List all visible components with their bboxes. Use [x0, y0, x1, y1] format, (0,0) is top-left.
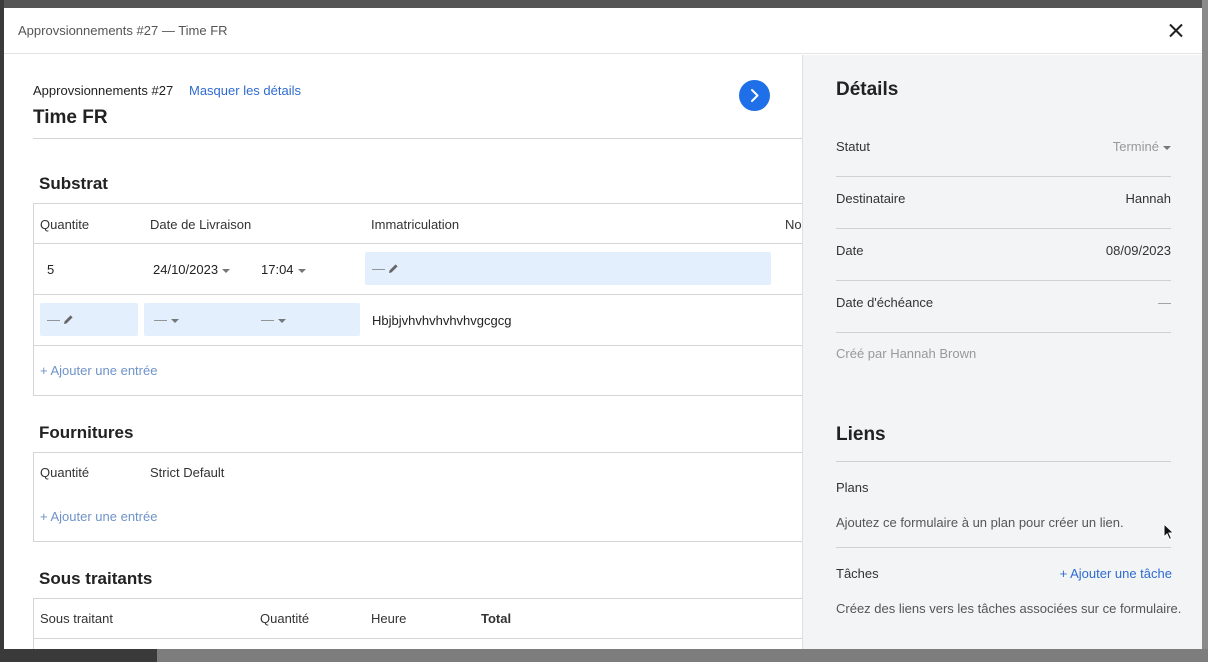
cell-quantite[interactable]: 5 [47, 262, 54, 277]
column-header-heure: Heure [371, 611, 407, 626]
column-header-quantite: Quantité [260, 611, 310, 626]
section-title-sous-traitants: Sous traitants [39, 569, 153, 588]
column-header-sous-traitant: Sous traitant [40, 611, 113, 626]
column-header-no: No [785, 217, 802, 232]
column-header-quantite: Quantité [40, 465, 90, 480]
add-task-link[interactable]: + Ajouter une tâche [1060, 566, 1172, 581]
add-entry-button[interactable]: + Ajouter une entrée [40, 363, 157, 378]
plans-label: Plans [836, 480, 869, 495]
row-divider [34, 294, 802, 295]
row-divider [34, 638, 802, 639]
next-form-button[interactable] [739, 80, 770, 111]
row-divider [34, 345, 802, 346]
row-divider [34, 243, 802, 244]
plans-help-text: Ajoutez ce formulaire à un plan pour cré… [836, 515, 1124, 530]
detail-row-date: Date 08/09/2023 [836, 229, 1171, 281]
detail-label: Date [836, 243, 864, 258]
column-header-immatriculation: Immatriculation [371, 217, 460, 232]
time-dropdown[interactable]: 17:04 [261, 262, 306, 277]
add-entry-button[interactable]: + Ajouter une entrée [40, 509, 157, 524]
form-content: Approvsionnements #27 Masquer les détail… [4, 55, 802, 649]
liens-title: Liens [836, 424, 886, 445]
column-header-total: Total [481, 611, 512, 626]
background-app-right [1202, 0, 1208, 662]
date-value: 24/10/2023 [153, 262, 219, 277]
immatriculation-edit-field[interactable]: — [365, 252, 771, 285]
caret-down-icon [1163, 145, 1171, 150]
form-title: Time FR [33, 107, 108, 128]
caret-down-icon [278, 318, 286, 323]
taches-help-text: Créez des liens vers les tâches associée… [836, 601, 1182, 616]
section-title-substrat: Substrat [39, 174, 108, 193]
caret-down-icon [297, 268, 306, 273]
substrat-table: Quantite Date de Livraison Immatriculati… [33, 203, 802, 396]
detail-label: Date d'échéance [836, 295, 934, 310]
column-header-strict-default: Strict Default [150, 465, 225, 480]
status-dropdown[interactable]: Terminé [1113, 139, 1171, 154]
detail-label: Statut [836, 139, 870, 154]
modal-title: Approvsionnements #27 — Time FR [18, 23, 228, 38]
detail-row-date-echeance: Date d'échéance — [836, 281, 1171, 333]
cell-immatriculation[interactable]: Hbjbjvhvhvhvhvhvgcgcg [372, 313, 511, 328]
details-panel: Détails Statut Terminé Destinataire Hann… [802, 55, 1202, 649]
fournitures-table: Quantité Strict Default + Ajouter une en… [33, 452, 802, 542]
column-header-quantite: Quantite [40, 217, 90, 232]
status-value: Terminé [1112, 139, 1159, 154]
mouse-pointer-icon [1163, 523, 1175, 541]
date-dropdown[interactable]: — [154, 312, 179, 327]
details-title: Détails [836, 79, 899, 100]
quantite-edit-field[interactable]: — [40, 303, 138, 336]
caret-down-icon [222, 268, 231, 273]
taches-label: Tâches [836, 566, 879, 581]
detail-row-statut: Statut Terminé [836, 125, 1171, 177]
pencil-icon [64, 315, 73, 324]
caret-down-icon [171, 318, 179, 323]
detail-row-destinataire: Destinataire Hannah [836, 177, 1171, 229]
due-date-value[interactable]: — [1158, 295, 1171, 310]
form-modal: Approvsionnements #27 — Time FR Approvsi… [4, 8, 1202, 649]
hide-details-link[interactable]: Masquer les détails [189, 83, 301, 98]
background-app-bottom-left [0, 649, 157, 662]
chevron-right-icon [751, 89, 759, 102]
background-app-bottom [0, 649, 1208, 662]
time-dropdown[interactable]: — [261, 312, 286, 327]
title-divider [33, 138, 802, 139]
date-dropdown[interactable]: 24/10/2023 [153, 262, 231, 277]
date-value[interactable]: 08/09/2023 [1106, 243, 1171, 258]
empty-value: — [47, 312, 60, 327]
close-icon[interactable] [1164, 19, 1188, 43]
empty-value: — [372, 261, 385, 276]
detail-label: Destinataire [836, 191, 906, 206]
background-app-top [0, 0, 1208, 8]
column-header-date-livraison: Date de Livraison [150, 217, 252, 232]
pencil-icon [389, 264, 398, 273]
time-value: 17:04 [261, 262, 294, 277]
form-breadcrumb: Approvsionnements #27 [33, 83, 174, 98]
sous-traitants-table: Sous traitant Quantité Heure Total [33, 598, 802, 649]
liens-divider [836, 461, 1171, 462]
time-empty-value: — [261, 312, 274, 327]
created-by-text: Créé par Hannah Brown [836, 346, 977, 361]
date-empty-value: — [154, 312, 167, 327]
section-title-fournitures: Fournitures [39, 423, 134, 442]
plans-divider [836, 547, 1171, 548]
destinataire-value[interactable]: Hannah [1125, 191, 1171, 206]
date-time-edit-field[interactable]: — — [144, 303, 360, 336]
modal-header: Approvsionnements #27 — Time FR [4, 8, 1202, 54]
